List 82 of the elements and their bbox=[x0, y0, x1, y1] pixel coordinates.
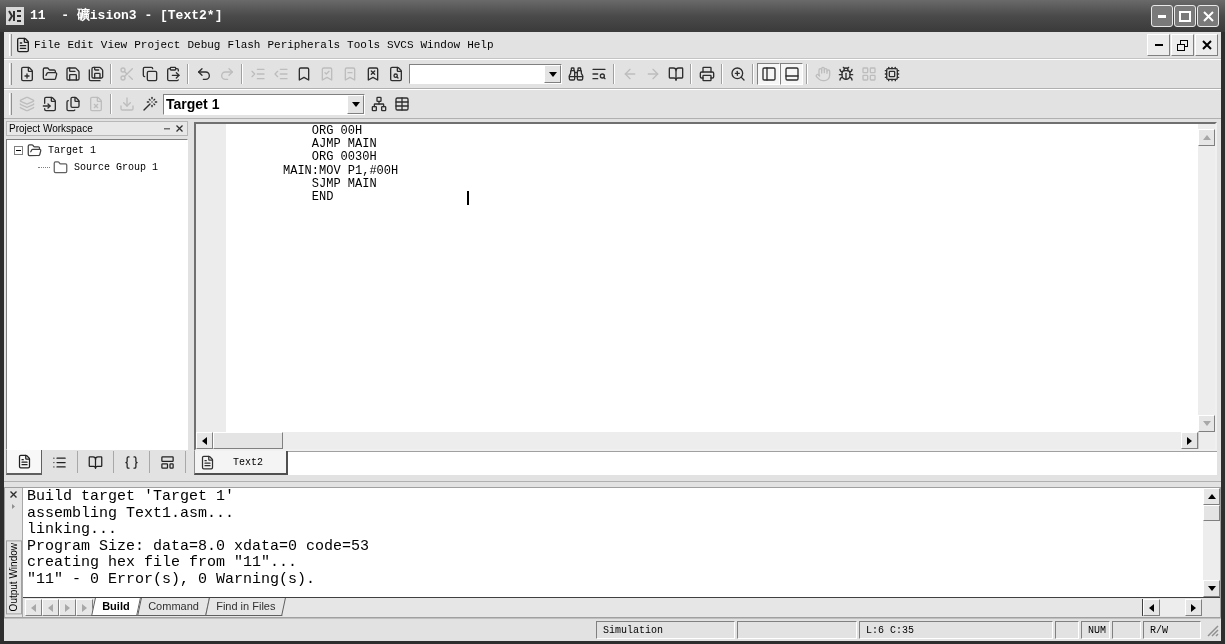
tree-item[interactable]: Source Group 1 bbox=[74, 160, 158, 175]
output-line: "11" - 0 Error(s), 0 Warning(s). bbox=[27, 571, 316, 588]
menu-item[interactable]: Edit bbox=[67, 36, 94, 54]
restore-button[interactable] bbox=[1171, 34, 1194, 56]
code-line: AJMP MAIN bbox=[310, 138, 377, 152]
scrollbar-corner bbox=[1198, 432, 1215, 449]
minimize-icon[interactable] bbox=[164, 127, 170, 130]
output-tab[interactable]: Build bbox=[91, 598, 141, 616]
menu-item[interactable]: Project bbox=[134, 36, 181, 54]
collapse-icon[interactable] bbox=[14, 146, 23, 155]
close-icon bbox=[1202, 10, 1214, 22]
status-panel: R/W bbox=[1143, 621, 1201, 639]
close-icon bbox=[1201, 40, 1212, 50]
status-panel bbox=[1112, 621, 1141, 639]
app-logo-icon bbox=[6, 7, 24, 25]
last-tab-icon[interactable] bbox=[76, 599, 93, 616]
document-icon bbox=[16, 454, 32, 469]
first-tab-icon[interactable] bbox=[25, 599, 42, 616]
book-icon bbox=[88, 454, 103, 470]
file-tab[interactable]: Text2 bbox=[194, 451, 288, 475]
output-line: Build target 'Target 1' bbox=[27, 489, 235, 506]
menu-item[interactable]: Debug bbox=[187, 36, 221, 54]
scroll-up-icon[interactable] bbox=[1203, 488, 1220, 505]
close-icon[interactable] bbox=[10, 491, 17, 498]
code-line: ORG 00H bbox=[310, 125, 363, 138]
status-panel: Simulation bbox=[596, 621, 735, 639]
resize-grip-icon[interactable] bbox=[1205, 623, 1219, 637]
template-icon bbox=[160, 454, 175, 470]
target-select[interactable]: Target 1 bbox=[163, 93, 365, 115]
maximize-icon bbox=[1179, 10, 1191, 22]
menu-item[interactable]: View bbox=[100, 36, 128, 54]
status-panel: NUM bbox=[1081, 621, 1110, 639]
scroll-left-icon[interactable] bbox=[1143, 599, 1160, 616]
output-tab[interactable]: Find in Files bbox=[205, 598, 287, 616]
vertical-scrollbar[interactable] bbox=[1203, 488, 1220, 597]
document-icon[interactable] bbox=[15, 37, 31, 53]
window-title: 11 - 礦ision3 - [Text2*] bbox=[30, 7, 223, 26]
tree-item[interactable]: Target 1 bbox=[48, 143, 96, 158]
search-combo-field[interactable] bbox=[409, 64, 562, 84]
code-line: ORG 0030H bbox=[310, 151, 377, 165]
menu-item[interactable]: Tools bbox=[347, 36, 381, 54]
list-icon bbox=[52, 454, 67, 470]
panel-title: Project Workspace bbox=[9, 123, 93, 134]
output-line: linking... bbox=[27, 522, 117, 539]
minimize-icon bbox=[1154, 44, 1163, 46]
maximize-button[interactable] bbox=[1174, 5, 1196, 27]
code-editor[interactable]: ORG 00H AJMP MAIN ORG 0030H MAIN:MOV P1,#00H SJMP MAIN END bbox=[194, 122, 1217, 451]
document-icon bbox=[200, 454, 215, 470]
code-line: SJMP MAIN bbox=[310, 177, 377, 191]
minimize-icon bbox=[1158, 14, 1166, 18]
menu-item[interactable]: Window bbox=[420, 36, 461, 54]
output-tab[interactable]: Command bbox=[136, 598, 210, 616]
previous-tab-icon[interactable] bbox=[42, 599, 59, 616]
output-line: Program Size: data=8.0 xdata=0 code=53 bbox=[27, 538, 370, 555]
menu-item[interactable]: SVCS bbox=[387, 36, 414, 54]
code-line: MAIN:MOV P1,#00H bbox=[283, 164, 399, 178]
scroll-down-icon[interactable] bbox=[1203, 580, 1220, 597]
scroll-thumb[interactable] bbox=[1203, 505, 1220, 521]
menu-item[interactable]: File bbox=[34, 36, 61, 54]
scroll-right-icon[interactable] bbox=[1181, 432, 1198, 449]
scroll-left-icon[interactable] bbox=[196, 432, 213, 449]
scroll-thumb[interactable] bbox=[213, 432, 283, 449]
output-line: creating hex file from "11"... bbox=[27, 555, 298, 572]
status-panel: L:6 C:35 bbox=[859, 621, 1053, 639]
text-cursor-icon bbox=[467, 191, 469, 205]
horizontal-scrollbar[interactable] bbox=[196, 432, 1198, 449]
folder-icon bbox=[53, 160, 68, 175]
workspace-tab[interactable] bbox=[6, 450, 42, 475]
horizontal-scrollbar[interactable] bbox=[1142, 599, 1202, 616]
menu-item[interactable]: Flash bbox=[227, 36, 261, 54]
restore-icon bbox=[1177, 39, 1188, 51]
menu-item[interactable]: Peripherals bbox=[267, 36, 341, 54]
menu-item[interactable]: Help bbox=[467, 36, 494, 54]
scroll-right-icon[interactable] bbox=[1185, 599, 1202, 616]
status-panel bbox=[1055, 621, 1079, 639]
folder-icon bbox=[27, 143, 42, 158]
output-line: assembling Text1.asm... bbox=[27, 505, 235, 522]
braces-icon bbox=[124, 454, 139, 470]
panel-title: Output Window bbox=[5, 539, 22, 614]
close-icon[interactable] bbox=[176, 125, 183, 132]
next-tab-icon[interactable] bbox=[59, 599, 76, 616]
code-line: END bbox=[310, 191, 334, 205]
